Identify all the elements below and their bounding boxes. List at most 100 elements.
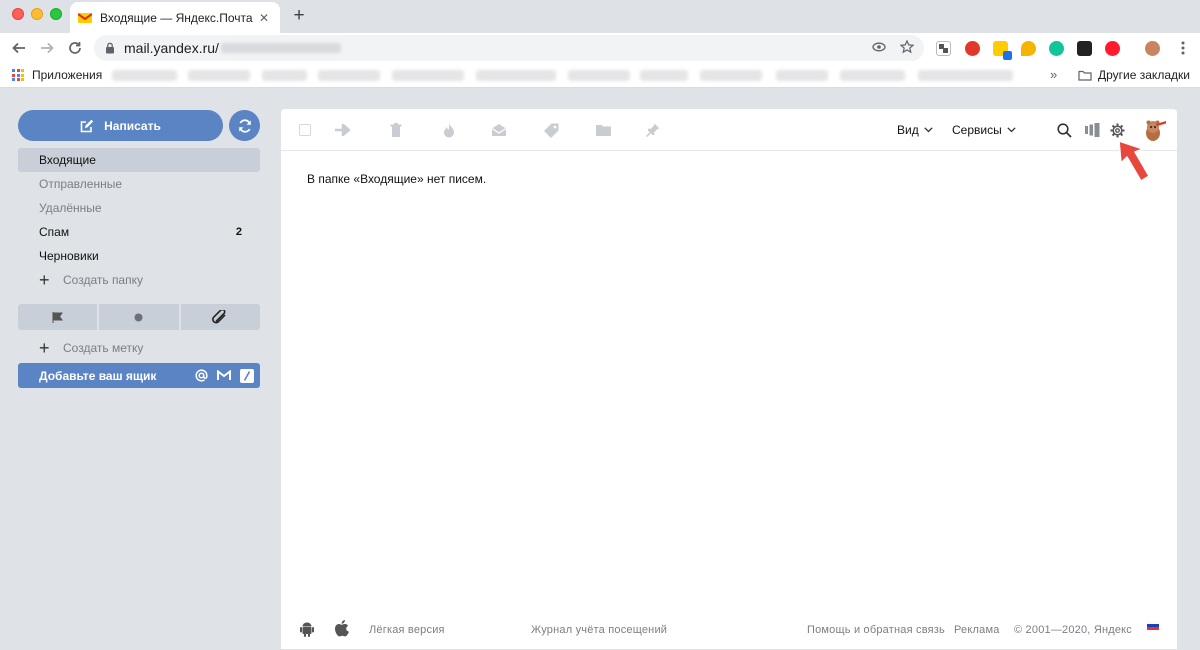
refresh-button[interactable] [229,110,260,141]
view-dropdown[interactable]: Вид [897,123,933,137]
pin-icon[interactable] [645,122,661,138]
new-tab-button[interactable]: + [289,5,309,27]
tab-title: Входящие — Яндекс.Почта [100,10,253,25]
extension-yandex-icon[interactable] [993,41,1012,60]
eye-icon[interactable] [872,40,886,54]
spam-fire-icon[interactable] [441,122,457,138]
extension-opera-icon[interactable] [1105,41,1120,56]
chevron-down-icon [1007,127,1016,133]
create-label-label: Создать метку [63,341,144,355]
light-version-link[interactable]: Лёгкая версия [369,624,445,636]
other-mailbox-icon[interactable] [240,368,254,383]
folder-trash[interactable]: Удалённые [18,196,260,220]
extension-grammarly-icon[interactable] [1049,41,1064,56]
compose-button[interactable]: Написать [18,110,223,141]
extension-location-icon[interactable] [1021,41,1036,56]
annotation-arrow-icon [1118,140,1150,182]
other-bookmarks[interactable]: Другие закладки [1078,68,1190,82]
extension-adblock-icon[interactable] [965,41,980,56]
folder-label: Отправленные [39,177,123,191]
slash-icon [243,370,251,381]
folder-spam[interactable]: Спам 2 [18,220,260,244]
ios-app-link[interactable] [334,620,349,640]
blurred-bookmark[interactable] [262,70,307,81]
folder-sent[interactable]: Отправленные [18,172,260,196]
reload-button[interactable] [64,37,86,59]
bookmark-apps-label: Приложения [32,68,103,82]
folder-drafts[interactable]: Черновики [18,244,260,268]
android-icon [300,622,314,637]
tab-close-icon[interactable]: ✕ [256,11,272,25]
back-button[interactable] [8,37,30,59]
create-label-link[interactable]: + Создать метку [18,336,260,360]
star-icon[interactable] [900,40,914,54]
address-bar[interactable]: mail.yandex.ru/ [94,35,924,61]
arrow-right-icon [41,42,54,54]
folder-list: Входящие Отправленные Удалённые Спам 2 Ч… [18,148,260,292]
other-bookmarks-label: Другие закладки [1098,68,1190,82]
move-to-folder-icon[interactable] [595,122,611,138]
empty-inbox-message: В папке «Входящие» нет писем. [307,172,487,186]
mark-read-icon[interactable] [491,122,507,138]
view-dropdown-label: Вид [897,123,919,137]
compose-icon [80,119,94,132]
refresh-icon [238,118,251,133]
bookmark-apps[interactable]: Приложения [12,68,102,82]
folder-count-badge: 2 [235,226,242,238]
browser-tab[interactable]: Входящие — Яндекс.Почта ✕ [70,2,280,33]
extension-qr-icon[interactable] [936,41,951,56]
url-text: mail.yandex.ru/ [124,40,219,56]
create-folder-label: Создать папку [63,273,143,287]
apple-icon [335,620,349,637]
profile-avatar-icon[interactable] [1145,41,1160,56]
blurred-bookmark[interactable] [640,70,688,81]
layout-toggle-icon[interactable] [1084,122,1100,138]
window-close-button[interactable] [12,8,24,20]
window-zoom-button[interactable] [50,8,62,20]
browser-toolbar: mail.yandex.ru/ [0,33,1200,63]
blurred-bookmark[interactable] [918,70,1013,81]
blurred-bookmark[interactable] [840,70,905,81]
blurred-bookmark[interactable] [700,70,762,81]
folder-label: Черновики [39,249,99,263]
settings-gear-icon[interactable] [1109,122,1125,138]
lock-icon [106,42,114,54]
create-folder-link[interactable]: + Создать папку [18,268,260,292]
filter-unread-button[interactable] [99,304,179,330]
visits-log-link[interactable]: Журнал учёта посещений [531,624,667,636]
blurred-bookmark[interactable] [476,70,556,81]
browser-menu-button[interactable] [1172,37,1194,59]
select-all-checkbox[interactable] [297,122,313,138]
at-sign-icon[interactable] [195,369,208,382]
ads-link[interactable]: Реклама [954,624,1000,636]
plus-icon: + [39,270,50,290]
bookmarks-overflow-button[interactable]: » [1050,67,1057,82]
android-app-link[interactable] [300,621,314,640]
search-icon[interactable] [1056,122,1072,138]
browser-tab-bar: Входящие — Яндекс.Почта ✕ + [0,0,1200,33]
add-mailbox-banner[interactable]: Добавьте ваш ящик [18,363,260,388]
add-mailbox-label: Добавьте ваш ящик [39,368,157,383]
filter-flagged-button[interactable] [18,304,98,330]
blurred-bookmark[interactable] [112,70,177,81]
trash-icon[interactable] [388,122,404,138]
blurred-bookmark[interactable] [392,70,464,81]
forward-button[interactable] [36,37,58,59]
mail-app: Написать Входящие Отправленные Удалённые… [0,88,1200,650]
blurred-bookmark[interactable] [568,70,630,81]
blurred-bookmark[interactable] [776,70,828,81]
filter-attachments-button[interactable] [180,304,260,330]
gmail-icon[interactable] [217,370,231,381]
blurred-url-path [220,43,341,53]
forward-icon[interactable] [334,122,350,138]
blurred-bookmark[interactable] [188,70,250,81]
russia-flag-icon[interactable] [1147,621,1159,630]
help-feedback-link[interactable]: Помощь и обратная связь [807,624,945,636]
folder-inbox[interactable]: Входящие [18,148,260,172]
blurred-bookmark[interactable] [318,70,380,81]
extension-do-icon[interactable] [1077,41,1092,56]
window-minimize-button[interactable] [31,8,43,20]
services-dropdown[interactable]: Сервисы [952,123,1016,137]
apps-grid-icon [12,69,24,81]
tag-icon[interactable] [543,122,559,138]
